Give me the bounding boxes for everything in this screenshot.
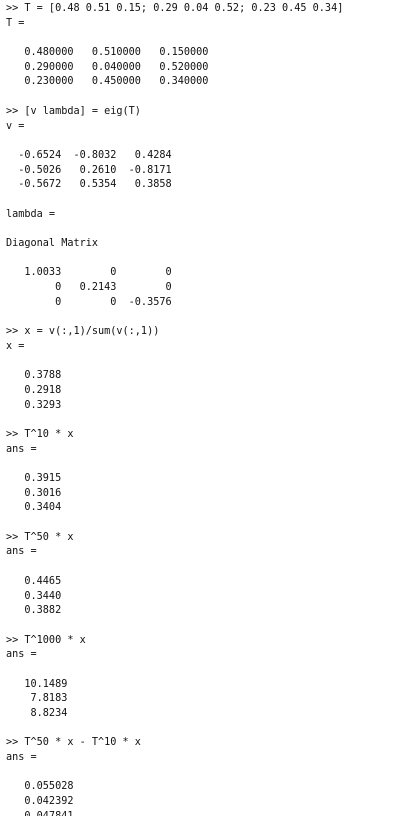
command-line: >> T^50 * x - T^10 * x [6,737,141,749]
output-line: 0.2918 [6,384,62,396]
output-line: -0.5672 0.5354 0.3858 [6,179,172,191]
command-window-output[interactable]: >> T = [0.48 0.51 0.15; 0.29 0.04 0.52; … [0,0,403,816]
command-line: >> T^1000 * x [6,634,86,646]
output-line: ans = [6,546,37,558]
output-line: 0.3915 [6,473,62,484]
output-line: 0.3788 [6,370,62,382]
output-line: 0.4465 [6,575,62,587]
output-line: 0.230000 0.450000 0.340000 [6,76,209,88]
output-line: 0.3440 [6,590,62,602]
command-line: >> [v lambda] = eig(T) [6,105,141,117]
console-lines: >> T = [0.48 0.51 0.15; 0.29 0.04 0.52; … [0,0,403,816]
command-line: >> T^50 * x [6,531,74,543]
output-line: 0 0 -0.3576 [6,296,172,308]
output-line: 0.047841 [6,810,403,816]
output-line: x = [6,340,25,352]
output-line: Diagonal Matrix [6,238,99,249]
output-line: v = [6,120,25,132]
output-line: 0.480000 0.510000 0.150000 [6,47,209,59]
output-line: -0.5026 0.2610 -0.8171 [6,164,172,176]
output-line: 7.8183 [6,693,68,705]
output-line: 0.3293 [6,399,62,411]
output-line: 0.3882 [6,605,62,617]
output-line: -0.6524 -0.8032 0.4284 [6,149,172,161]
output-line: 0.3016 [6,487,62,499]
output-line: 8.8234 [6,708,68,719]
output-line: ans = [6,443,37,455]
output-line: ans = [6,752,37,764]
output-line: lambda = [6,208,56,220]
command-line: >> T = [0.48 0.51 0.15; 0.29 0.04 0.52; … [6,3,344,14]
command-line: >> x = v(:,1)/sum(v(:,1)) [6,326,160,338]
output-line: 0.290000 0.040000 0.520000 [6,61,209,73]
output-line: T = [6,17,25,29]
output-line: 10.1489 [6,678,68,690]
output-line: 0.055028 [6,781,74,793]
command-line: >> T^10 * x [6,428,74,440]
output-line: 1.0033 0 0 [6,267,172,279]
output-line: 0 0.2143 0 [6,282,172,294]
output-line: ans = [6,649,37,661]
output-line: 0.042392 [6,796,74,808]
output-line: 0.3404 [6,502,62,514]
